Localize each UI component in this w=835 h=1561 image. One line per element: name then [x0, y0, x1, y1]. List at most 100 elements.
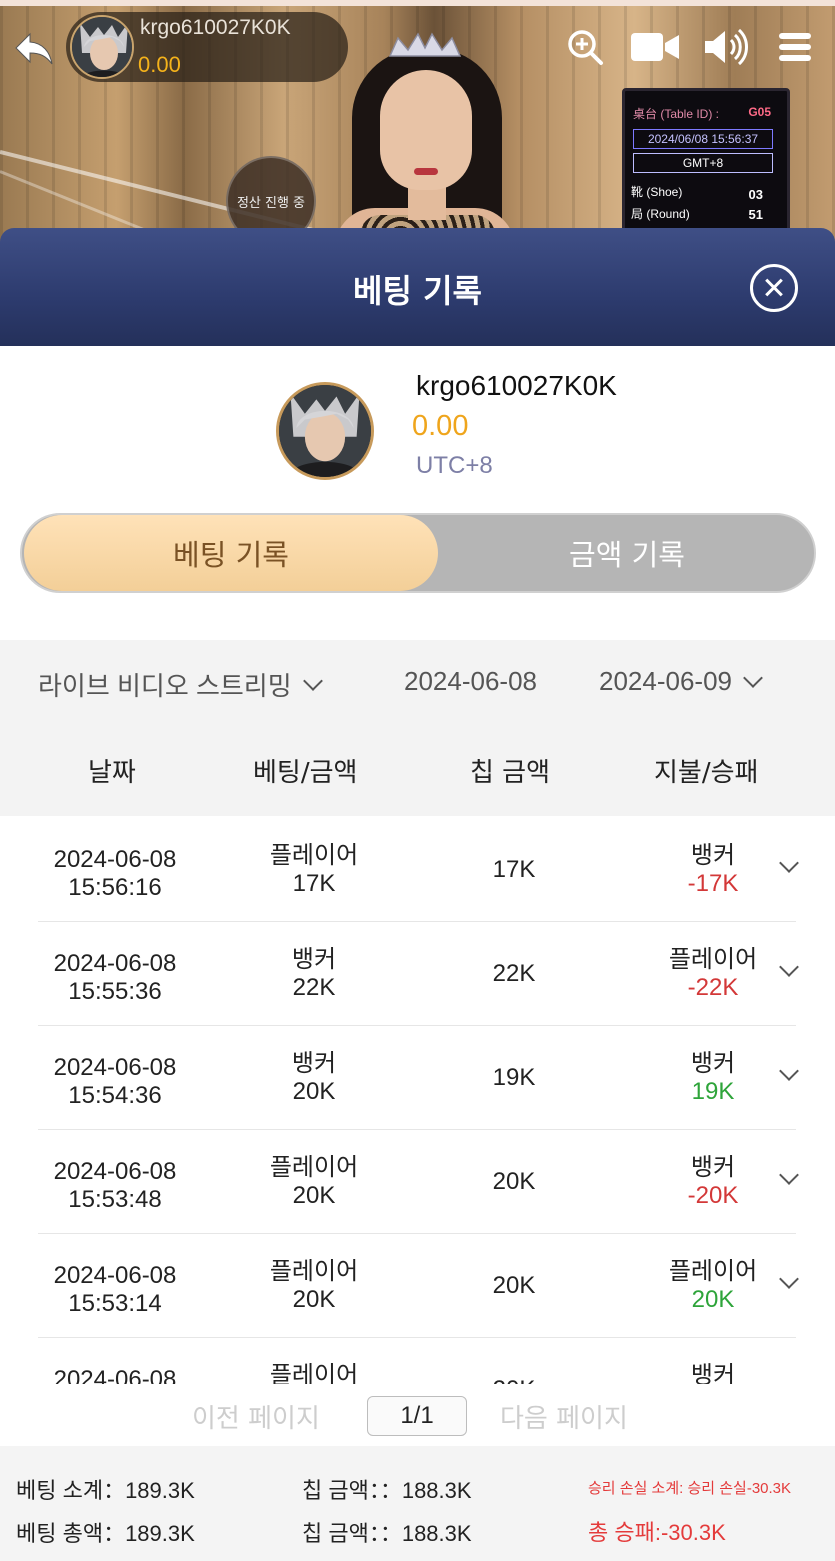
row-bet-side: 플레이어 [269, 1154, 359, 1181]
current-page: 1/1 [367, 1396, 467, 1436]
table-id-value: G05 [748, 105, 771, 119]
row-time: 15:54:36 [68, 1082, 162, 1109]
chevron-down-icon[interactable] [780, 960, 798, 978]
betting-history-screen: krgo610027K0K 0.00 정산 진행 중 桌台 (Table ID)… [0, 0, 835, 1561]
row-bet-amount: 20K [292, 1182, 336, 1209]
pagination: 이전 페이지 1/1 다음 페이지 [0, 1384, 835, 1446]
player-info-pill: krgo610027K0K 0.00 [66, 12, 348, 82]
shoe-value: 03 [748, 187, 763, 202]
chevron-down-icon [743, 667, 763, 688]
row-datetime: 2024-06-08 15:53:14 [30, 1262, 200, 1318]
filter-bar: 라이브 비디오 스트리밍 2024-06-08 2024-06-09 날짜 베팅… [0, 640, 835, 816]
row-result: 뱅커 [614, 1362, 812, 1384]
profile-avatar [276, 382, 374, 480]
row-chip-amount: 17K [492, 856, 536, 883]
zoom-in-icon[interactable] [559, 24, 611, 70]
table-row[interactable]: 2024-06-08 15:53:14 플레이어 20K 20K 플레이어 20K [38, 1234, 796, 1338]
chevron-down-icon[interactable] [780, 856, 798, 874]
row-payout: -20K [687, 1182, 739, 1209]
column-chip-amount: 칩 금액 [470, 758, 551, 788]
round-label: 局 (Round) [631, 207, 690, 221]
row-bet-side: 뱅커 [291, 946, 337, 973]
prev-page-button[interactable]: 이전 페이지 [192, 1398, 320, 1435]
chevron-down-icon[interactable] [780, 1272, 798, 1290]
start-date-picker[interactable]: 2024-06-08 [404, 666, 537, 697]
row-date: 2024-06-08 [53, 1262, 177, 1289]
row-bet-amount: 22K [292, 974, 336, 1001]
table-header: 날짜 베팅/금액 칩 금액 지불/승패 [0, 752, 835, 796]
record-type-tabs: 베팅 기록 금액 기록 [20, 513, 816, 593]
profile-name: krgo610027K0K [416, 370, 617, 401]
bet-record-list: 2024-06-08 15:56:16 플레이어 17K 17K 뱅커 -17K 20… [0, 818, 835, 1384]
modal-header: 베팅 기록 [0, 228, 835, 346]
bet-total: 베팅 총액：189.3K [16, 1521, 195, 1546]
row-datetime: 2024-06-08 15:54:36 [30, 1054, 200, 1110]
video-camera-icon[interactable] [629, 24, 681, 70]
row-bet: 뱅커 22K [214, 946, 414, 1002]
shoe-label: 靴 (Shoe) [631, 185, 683, 199]
row-datetime: 2024-06-08 15:56:16 [30, 846, 200, 902]
table-row[interactable]: 2024-06-08 15:55:36 뱅커 22K 22K 플레이어 -22K [38, 922, 796, 1026]
row-bet-amount: 20K [292, 1078, 336, 1105]
chevron-down-icon[interactable] [780, 1168, 798, 1186]
row-time: 15:55:36 [68, 978, 162, 1005]
end-date-picker[interactable]: 2024-06-09 [599, 666, 763, 697]
player-balance: 0.00 [138, 52, 181, 77]
status-strip [0, 0, 835, 6]
row-bet: 뱅커 20K [214, 1050, 414, 1106]
dealer-figure [330, 32, 520, 250]
row-bet: 플레이어 20K [214, 1258, 414, 1314]
table-row[interactable]: 2024-06-08 15:56:16 플레이어 17K 17K 뱅커 -17K [38, 818, 796, 922]
tab-bet-history[interactable]: 베팅 기록 [24, 515, 438, 591]
table-id-label: 桌台 (Table ID) : [633, 107, 720, 121]
back-arrow-icon[interactable] [12, 26, 56, 70]
row-chip-amount: 20K [414, 1376, 614, 1384]
row-bet-side: 플레이어 [269, 842, 359, 869]
row-time: 15:53:48 [68, 1186, 162, 1213]
row-bet-amount: 20K [292, 1286, 336, 1313]
row-date: 2024-06-08 [53, 950, 177, 977]
avatar [70, 15, 134, 79]
row-date: 2024-06-08 [53, 1366, 177, 1384]
live-video-background: krgo610027K0K 0.00 정산 진행 중 桌台 (Table ID)… [0, 0, 835, 250]
chip-subtotal: 칩 금액：：188.3K [302, 1478, 472, 1503]
row-payout: -22K [687, 974, 739, 1001]
chevron-down-icon [302, 670, 323, 691]
row-chip-amount: 22K [492, 960, 536, 987]
end-date-value: 2024-06-09 [599, 666, 732, 696]
row-bet-side: 플레이어 [269, 1258, 359, 1285]
table-row[interactable]: 2024-06-08 플레이어 20K 뱅커 [38, 1338, 796, 1384]
next-page-button[interactable]: 다음 페이지 [500, 1398, 628, 1435]
table-row[interactable]: 2024-06-08 15:53:48 플레이어 20K 20K 뱅커 -20K [38, 1130, 796, 1234]
row-datetime: 2024-06-08 15:53:48 [30, 1158, 200, 1214]
top-toolbar [559, 24, 821, 70]
category-dropdown[interactable]: 라이브 비디오 스트리밍 [38, 666, 323, 703]
modal-title: 베팅 기록 [353, 272, 482, 310]
row-payout: -17K [687, 870, 739, 897]
player-name: krgo610027K0K [140, 16, 291, 39]
row-bet: 플레이어 [214, 1362, 414, 1384]
row-bet-amount: 17K [292, 870, 336, 897]
row-bet-side: 플레이어 [269, 1362, 359, 1384]
column-bet-amount: 베팅/금액 [253, 758, 358, 788]
tab-amount-history[interactable]: 금액 기록 [438, 515, 816, 591]
column-payout-result: 지불/승패 [654, 758, 759, 788]
chevron-down-icon[interactable] [780, 1064, 798, 1082]
row-result-side: 뱅커 [690, 1362, 736, 1384]
row-bet-side: 뱅커 [291, 1050, 337, 1077]
round-value: 51 [748, 207, 763, 222]
row-chip-amount: 20K [492, 1272, 536, 1299]
row-date: 2024-06-08 [53, 846, 177, 873]
table-row[interactable]: 2024-06-08 15:54:36 뱅커 20K 19K 뱅커 19K [38, 1026, 796, 1130]
menu-icon[interactable] [769, 24, 821, 70]
profile-timezone: UTC+8 [416, 452, 493, 479]
close-circle-icon[interactable] [750, 264, 798, 312]
speaker-icon[interactable] [699, 24, 751, 70]
row-datetime: 2024-06-08 [30, 1366, 200, 1384]
table-timezone: GMT+8 [633, 153, 773, 173]
crown-icon [388, 32, 462, 57]
row-datetime: 2024-06-08 15:55:36 [30, 950, 200, 1006]
row-date: 2024-06-08 [53, 1054, 177, 1081]
row-chip-amount: 19K [492, 1064, 536, 1091]
row-time: 15:53:14 [68, 1290, 162, 1317]
